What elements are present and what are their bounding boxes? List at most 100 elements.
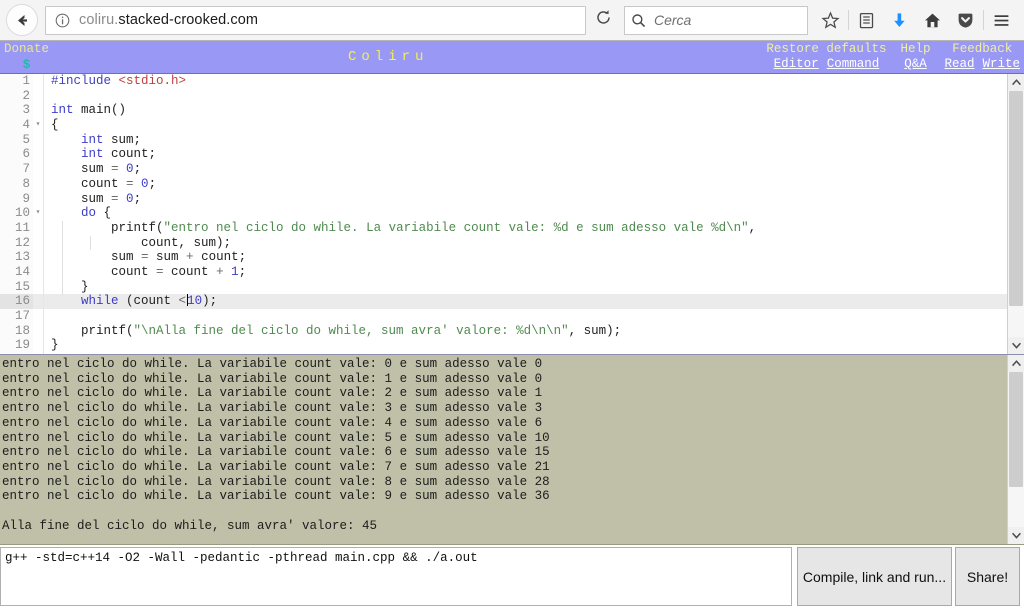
code-text: int sum;	[43, 133, 141, 148]
code-line[interactable]: 4 ▾ {	[0, 118, 1007, 133]
output-line: entro nel ciclo do while. La variabile c…	[2, 386, 543, 401]
code-token: ,	[748, 220, 757, 235]
output-scroll-down-icon[interactable]	[1008, 527, 1024, 544]
code-token: 0	[126, 191, 134, 206]
output-scroll-thumb[interactable]	[1009, 372, 1023, 487]
fold-toggle-icon[interactable]: ▾	[33, 206, 43, 221]
code-text: while (count <10);	[43, 294, 217, 309]
code-token: =	[126, 176, 134, 191]
code-token: ;	[148, 176, 157, 191]
line-number: 3	[0, 103, 33, 119]
feedback-label: Feedback	[952, 42, 1013, 56]
line-number: 12	[0, 235, 33, 251]
restore-editor-link[interactable]: Editor	[774, 57, 819, 72]
output-scroll-track[interactable]	[1008, 372, 1024, 527]
address-bar[interactable]: coliru.stacked-crooked.com	[45, 5, 586, 35]
code-line[interactable]: 11 printf("entro nel ciclo do while. La …	[0, 220, 1007, 236]
code-line[interactable]: 19}	[0, 338, 1007, 354]
line-number: 15	[0, 279, 33, 295]
line-number: 5	[0, 132, 33, 148]
library-icon[interactable]	[850, 4, 883, 36]
share-button[interactable]: Share!	[955, 547, 1020, 606]
browser-toolbar: coliru.stacked-crooked.com Cerca	[0, 0, 1024, 41]
code-text: sum = sum + count;	[43, 250, 246, 265]
code-line[interactable]: 7 sum = 0;	[0, 162, 1007, 177]
code-line[interactable]: 6 int count;	[0, 147, 1007, 163]
donate-dollar-icon: $	[22, 57, 31, 72]
code-line[interactable]: 17	[0, 309, 1007, 324]
feedback-write-link[interactable]: Write	[982, 57, 1020, 72]
editor-scroll-track[interactable]	[1008, 91, 1024, 337]
code-line[interactable]: 14 count = count + 1;	[0, 264, 1007, 280]
line-number: 16	[0, 294, 33, 309]
line-number: 4	[0, 118, 33, 133]
url-subdomain: coliru.	[79, 12, 119, 28]
menu-hamburger-icon[interactable]	[985, 4, 1018, 36]
output-scrollbar[interactable]	[1007, 355, 1024, 544]
feedback-group: Feedback Read Write	[944, 42, 1020, 72]
downloads-icon[interactable]	[883, 4, 916, 36]
restore-command-link[interactable]: Command	[827, 57, 880, 72]
command-input[interactable]: g++ -std=c++14 -O2 -Wall -pedantic -pthr…	[0, 547, 792, 606]
code-line[interactable]: 3 int main()	[0, 103, 1007, 119]
code-token: sum;	[103, 132, 142, 147]
pocket-shield-icon[interactable]	[949, 4, 982, 36]
feedback-read-link[interactable]: Read	[944, 57, 974, 72]
bookmark-star-icon[interactable]	[814, 4, 847, 36]
output-scroll-up-icon[interactable]	[1008, 355, 1024, 372]
search-icon	[631, 13, 646, 28]
code-token: ;	[133, 191, 142, 206]
output-line: entro nel ciclo do while. La variabile c…	[2, 445, 550, 460]
help-qa-link[interactable]: Q&A	[904, 57, 927, 71]
code-token: count;	[193, 250, 247, 265]
editor-scroll-up-icon[interactable]	[1008, 74, 1024, 91]
code-token: +	[216, 264, 224, 279]
line-number: 10	[0, 206, 33, 221]
code-line[interactable]: 1 #include <stdio.h>	[0, 74, 1007, 89]
code-token: 1	[231, 264, 239, 279]
fold-toggle-icon[interactable]: ▾	[33, 118, 43, 133]
code-line[interactable]: 8 count = 0;	[0, 176, 1007, 192]
code-text: printf("\nAlla fine del ciclo do while, …	[43, 324, 621, 339]
code-token: 0	[141, 176, 149, 191]
code-line[interactable]: 9 sum = 0;	[0, 191, 1007, 207]
code-line[interactable]: 5 int sum;	[0, 132, 1007, 148]
editor-scroll-down-icon[interactable]	[1008, 337, 1024, 354]
reload-button[interactable]	[588, 5, 618, 35]
code-token: sum	[148, 250, 187, 265]
code-line[interactable]: 2	[0, 88, 1007, 104]
site-info-icon[interactable]	[54, 12, 71, 29]
output-line: entro nel ciclo do while. La variabile c…	[2, 430, 550, 445]
editor-scroll-thumb[interactable]	[1009, 91, 1023, 306]
code-line[interactable]: 15 }	[0, 279, 1007, 295]
compile-link-run-button[interactable]: Compile, link and run...	[797, 547, 952, 606]
back-arrow-icon	[13, 11, 32, 30]
restore-defaults-label: Restore defaults	[766, 42, 887, 56]
code-text: printf("entro nel ciclo do while. La var…	[43, 221, 756, 236]
code-line[interactable]: 12 count, sum);	[0, 235, 1007, 251]
line-number: 13	[0, 250, 33, 265]
code-text: }	[43, 280, 89, 295]
back-button[interactable]	[6, 4, 38, 36]
code-line[interactable]: 10 ▾ do {	[0, 206, 1007, 221]
code-line[interactable]: 18 printf("\nAlla fine del ciclo do whil…	[0, 323, 1007, 339]
toolbar-divider	[848, 10, 849, 30]
code-token: main()	[73, 103, 127, 118]
code-line[interactable]: 13 sum = sum + count;	[0, 250, 1007, 265]
code-line[interactable]: 16 while (count <10);	[0, 294, 1007, 309]
editor-scrollbar[interactable]	[1007, 74, 1024, 354]
code-editor[interactable]: 1 #include <stdio.h> 2 3 int main() 4 ▾{5 int …	[0, 74, 1007, 354]
output-line: entro nel ciclo do while. La variabile c…	[2, 415, 543, 430]
search-bar[interactable]: Cerca	[624, 5, 808, 35]
donate-link[interactable]: Donate $	[4, 42, 49, 72]
home-icon[interactable]	[916, 4, 949, 36]
